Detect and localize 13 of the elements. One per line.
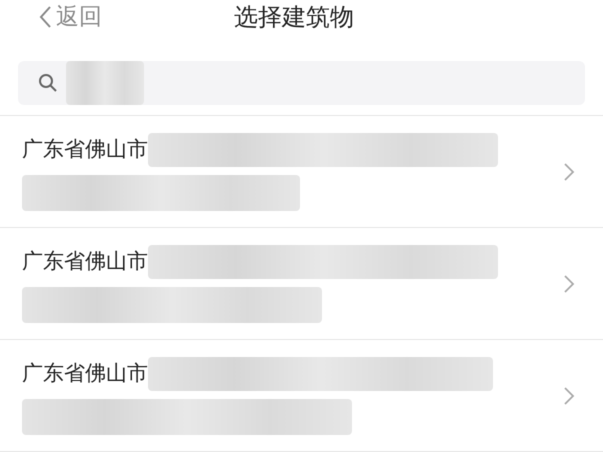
page-title: 选择建筑物 [234,2,354,34]
chevron-right-icon [563,274,575,294]
address-row[interactable]: 广东省佛山市 [0,228,603,340]
chevron-right-icon [563,386,575,406]
back-icon [38,5,52,30]
address-row[interactable]: 广东省佛山市 [0,340,603,452]
address-row[interactable]: 广东省佛山市 [0,116,603,228]
address-text: 广东省佛山市 [22,248,148,275]
address-text: 广东省佛山市 [22,360,148,387]
chevron-right-icon [563,162,575,182]
address-text: 广东省佛山市 [22,136,148,163]
search-icon [38,73,58,94]
search-field[interactable] [18,61,585,106]
